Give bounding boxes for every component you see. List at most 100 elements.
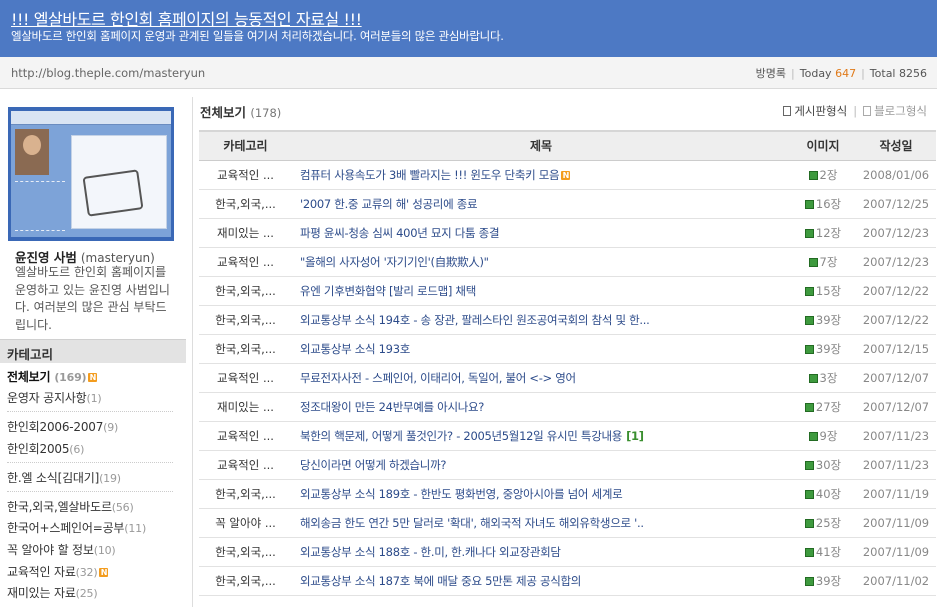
image-count: 9장 bbox=[819, 428, 838, 443]
post-title-link[interactable]: 북한의 핵문제, 어떻게 풀것인가? - 2005년5월12일 유시민 특강내용 bbox=[300, 429, 622, 443]
category-item-education[interactable]: 교육적인 자료(32) N bbox=[7, 563, 109, 580]
row-title-cell: 외교통상부 소식 187호 북에 매달 중요 5만톤 제공 공식합의 bbox=[292, 566, 790, 596]
image-count: 41장 bbox=[815, 544, 842, 559]
post-title-link[interactable]: "올해의 사자성어 '자기기인'(自欺欺人)" bbox=[300, 255, 489, 269]
table-header: 카테고리 제목 이미지 작성일 bbox=[199, 130, 936, 161]
row-category[interactable]: 한국,외국,... bbox=[199, 566, 292, 596]
row-category[interactable]: 한국,외국,... bbox=[199, 537, 292, 567]
board-view-button[interactable]: 게시판형식 bbox=[794, 104, 847, 118]
post-table: 카테고리 제목 이미지 작성일 교육적인 ... 컴퓨터 사용속도가 3배 빨라지… bbox=[199, 130, 936, 596]
category-item-notice[interactable]: 운영자 공지사항(1) bbox=[7, 389, 102, 406]
post-title-link[interactable]: 무료전자사전 - 스페인어, 이태리어, 독일어, 불어 <-> 영어 bbox=[300, 371, 576, 385]
table-row: 교육적인 ... 무료전자사전 - 스페인어, 이태리어, 독일어, 불어 <->… bbox=[199, 363, 936, 393]
category-item-info[interactable]: 꼭 알아야 할 정보(10) bbox=[7, 541, 116, 558]
post-title-link[interactable]: 외교통상부 소식 187호 북에 매달 중요 5만톤 제공 공식합의 bbox=[300, 574, 581, 588]
post-title-link[interactable]: 외교통상부 소식 194호 - 송 장관, 팔레스타인 원조공여국회의 참석 및… bbox=[300, 313, 650, 327]
post-title-link[interactable]: '2007 한.중 교류의 해' 성공리에 종료 bbox=[300, 197, 478, 211]
table-row: 한국,외국,... 외교통상부 소식 194호 - 송 장관, 팔레스타인 원조공… bbox=[199, 305, 936, 335]
category-item-kakc-2005[interactable]: 한인회2005(6) bbox=[7, 440, 84, 457]
row-title-cell: 무료전자사전 - 스페인어, 이태리어, 독일어, 불어 <-> 영어 bbox=[292, 363, 790, 393]
guestbook-link[interactable]: 방명록 bbox=[756, 67, 786, 80]
column-header-category: 카테고리 bbox=[199, 130, 292, 161]
table-row: 재미있는 ... 정조대왕이 만든 24반무예를 아시나요? 27장 2007/12/… bbox=[199, 392, 936, 422]
blog-title[interactable]: !!! 엘살바도르 한인회 홈페이지의 능동적인 자료실 !!! bbox=[11, 6, 362, 30]
divider: | bbox=[861, 67, 865, 80]
post-title-link[interactable]: 정조대왕이 만든 24반무예를 아시나요? bbox=[300, 400, 484, 414]
post-count: (178) bbox=[250, 106, 282, 120]
image-count: 2장 bbox=[819, 167, 838, 182]
post-title-link[interactable]: 외교통상부 소식 188호 - 한.미, 한.캐나다 외교장관회담 bbox=[300, 545, 561, 559]
post-title-link[interactable]: 유엔 기후변화협약 [발리 로드맵] 채택 bbox=[300, 284, 476, 298]
row-category[interactable]: 재미있는 ... bbox=[199, 218, 292, 248]
row-images: 15장 bbox=[790, 276, 856, 306]
blog-url[interactable]: http://blog.theple.com/masteryun bbox=[11, 66, 205, 80]
row-images: 12장 bbox=[790, 218, 856, 248]
row-date: 2007/11/09 bbox=[856, 537, 936, 567]
row-category[interactable]: 한국,외국,... bbox=[199, 479, 292, 509]
image-icon bbox=[804, 576, 814, 586]
category-divider bbox=[7, 462, 173, 463]
comment-count[interactable]: [1] bbox=[626, 429, 644, 443]
row-category[interactable]: 재미있는 ... bbox=[199, 392, 292, 422]
category-item-world[interactable]: 한국,외국,엘살바도르(56) bbox=[7, 498, 134, 515]
row-category[interactable]: 교육적인 ... bbox=[199, 450, 292, 480]
category-item-kakc-2006[interactable]: 한인회2006-2007(9) bbox=[7, 418, 118, 435]
image-icon bbox=[804, 489, 814, 499]
image-icon bbox=[808, 257, 818, 267]
table-row: 재미있는 ... 파평 윤씨-청송 심씨 400년 묘지 다툼 종결 12장 2007… bbox=[199, 218, 936, 248]
category-item-language[interactable]: 한국어+스페인어=공부(11) bbox=[7, 519, 146, 536]
row-images: 2장 bbox=[790, 160, 856, 190]
visitor-counters: 방명록 | Today 647 | Total 8256 bbox=[756, 65, 927, 81]
image-icon bbox=[804, 286, 814, 296]
category-item-news[interactable]: 한.엘 소식[김대기](19) bbox=[7, 469, 121, 486]
row-date: 2007/12/23 bbox=[856, 218, 936, 248]
image-icon bbox=[804, 228, 814, 238]
post-title-link[interactable]: 당신이라면 어떻게 하겠습니까? bbox=[300, 458, 446, 472]
image-icon bbox=[808, 373, 818, 383]
image-count: 16장 bbox=[815, 196, 842, 211]
row-category[interactable]: 교육적인 ... bbox=[199, 247, 292, 277]
category-item-all[interactable]: 전체보기 (169) N bbox=[7, 368, 98, 385]
row-category[interactable]: 교육적인 ... bbox=[199, 421, 292, 451]
table-row: 꼭 알아야 ... 해외송금 한도 연간 5만 달러로 '확대', 해외국적 자녀… bbox=[199, 508, 936, 538]
post-title-link[interactable]: 파평 윤씨-청송 심씨 400년 묘지 다툼 종결 bbox=[300, 226, 500, 240]
row-category[interactable]: 한국,외국,... bbox=[199, 276, 292, 306]
image-count: 7장 bbox=[819, 254, 838, 269]
blog-subtitle: 엘살바도르 한인회 홈페이지 운영과 관계된 일들을 여기서 처리하겠습니다. … bbox=[11, 29, 504, 43]
row-title-cell: 컴퓨터 사용속도가 3배 빨라지는 !!! 윈도우 단축키 모음 N bbox=[292, 160, 790, 190]
profile-image[interactable] bbox=[8, 107, 174, 241]
row-category[interactable]: 교육적인 ... bbox=[199, 160, 292, 190]
sidebar: 윤진영 사범 (masteryun) 엘살바도르 한인회 홈페이지를 운영하고 … bbox=[0, 97, 186, 607]
row-title-cell: 해외송금 한도 연간 5만 달러로 '확대', 해외국적 자녀도 해외유학생으로… bbox=[292, 508, 790, 538]
business-card-image bbox=[11, 111, 171, 237]
row-category[interactable]: 한국,외국,... bbox=[199, 334, 292, 364]
post-title-link[interactable]: 해외송금 한도 연간 5만 달러로 '확대', 해외국적 자녀도 해외유학생으로… bbox=[300, 516, 644, 530]
row-title-cell: "올해의 사자성어 '자기기인'(自欺欺人)" bbox=[292, 247, 790, 277]
row-category[interactable]: 한국,외국,... bbox=[199, 305, 292, 335]
row-images: 40장 bbox=[790, 479, 856, 509]
row-category[interactable]: 교육적인 ... bbox=[199, 363, 292, 393]
image-count: 39장 bbox=[815, 341, 842, 356]
image-count: 30장 bbox=[815, 457, 842, 472]
post-title-link[interactable]: 컴퓨터 사용속도가 3배 빨라지는 !!! 윈도우 단축키 모음 bbox=[300, 168, 560, 182]
category-item-fun[interactable]: 재미있는 자료(25) bbox=[7, 584, 98, 601]
row-date: 2007/11/23 bbox=[856, 450, 936, 480]
row-date: 2007/12/22 bbox=[856, 305, 936, 335]
image-icon bbox=[808, 431, 818, 441]
row-images: 39장 bbox=[790, 305, 856, 335]
row-category[interactable]: 한국,외국,... bbox=[199, 189, 292, 219]
post-title-link[interactable]: 외교통상부 소식 189호 - 한반도 평화번영, 중앙아시아를 넘어 세계로 bbox=[300, 487, 623, 501]
row-date: 2007/11/09 bbox=[856, 508, 936, 538]
row-category[interactable]: 꼭 알아야 ... bbox=[199, 508, 292, 538]
row-title-cell: 외교통상부 소식 188호 - 한.미, 한.캐나다 외교장관회담 bbox=[292, 537, 790, 567]
row-images: 7장 bbox=[790, 247, 856, 277]
table-row: 교육적인 ... 컴퓨터 사용속도가 3배 빨라지는 !!! 윈도우 단축키 모음… bbox=[199, 160, 936, 190]
post-title-link[interactable]: 외교통상부 소식 193호 bbox=[300, 342, 410, 356]
blog-view-button[interactable]: 블로그형식 bbox=[874, 104, 927, 118]
view-toggle: 게시판형식 | 블로그형식 bbox=[783, 103, 927, 119]
image-count: 40장 bbox=[815, 486, 842, 501]
row-images: 9장 bbox=[790, 421, 856, 451]
table-row: 한국,외국,... 외교통상부 소식 189호 - 한반도 평화번영, 중앙아시아… bbox=[199, 479, 936, 509]
new-badge-icon: N bbox=[99, 568, 109, 577]
row-images: 25장 bbox=[790, 508, 856, 538]
